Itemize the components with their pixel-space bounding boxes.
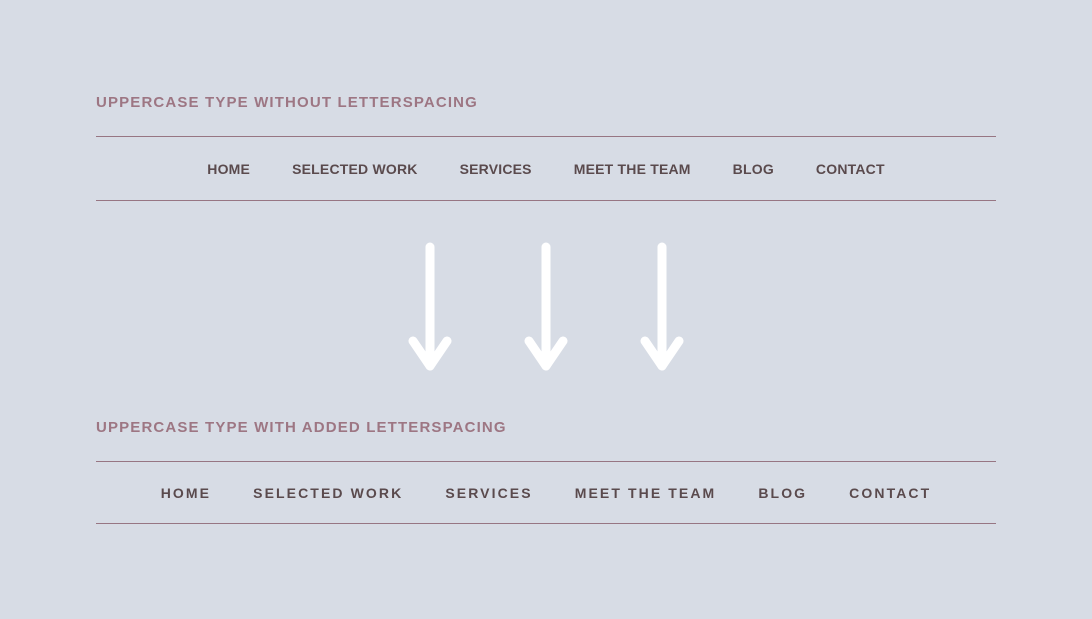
arrow-group — [96, 238, 996, 378]
navigation-without-letterspacing: HOME SELECTED WORK SERVICES MEET THE TEA… — [96, 137, 996, 200]
nav-item-contact[interactable]: CONTACT — [816, 162, 885, 176]
section-heading-without-letterspacing: UPPERCASE TYPE WITHOUT LETTERSPACING — [96, 94, 478, 111]
nav-item-home[interactable]: HOME — [207, 162, 250, 176]
section-heading-with-letterspacing: UPPERCASE TYPE WITH ADDED LETTERSPACING — [96, 419, 507, 436]
nav-item-contact[interactable]: CONTACT — [849, 486, 931, 500]
nav-item-blog[interactable]: BLOG — [758, 486, 807, 500]
page-root: UPPERCASE TYPE WITHOUT LETTERSPACING HOM… — [0, 0, 1092, 619]
nav-item-services[interactable]: SERVICES — [460, 162, 532, 176]
nav-item-meet-the-team[interactable]: MEET THE TEAM — [574, 162, 691, 176]
arrow-down-icon — [524, 242, 568, 371]
nav-item-home[interactable]: HOME — [161, 486, 211, 500]
nav-item-services[interactable]: SERVICES — [445, 486, 532, 500]
divider-bottom-nav-plain — [96, 200, 996, 201]
arrow-down-icon — [640, 242, 684, 371]
arrow-down-icon — [408, 242, 452, 371]
nav-item-blog[interactable]: BLOG — [733, 162, 774, 176]
nav-item-meet-the-team[interactable]: MEET THE TEAM — [575, 486, 717, 500]
divider-bottom-nav-spaced — [96, 523, 996, 524]
content-column: UPPERCASE TYPE WITHOUT LETTERSPACING HOM… — [96, 0, 996, 619]
nav-item-selected-work[interactable]: SELECTED WORK — [292, 162, 418, 176]
navigation-with-letterspacing: HOME SELECTED WORK SERVICES MEET THE TEA… — [96, 462, 996, 523]
nav-item-selected-work[interactable]: SELECTED WORK — [253, 486, 403, 500]
